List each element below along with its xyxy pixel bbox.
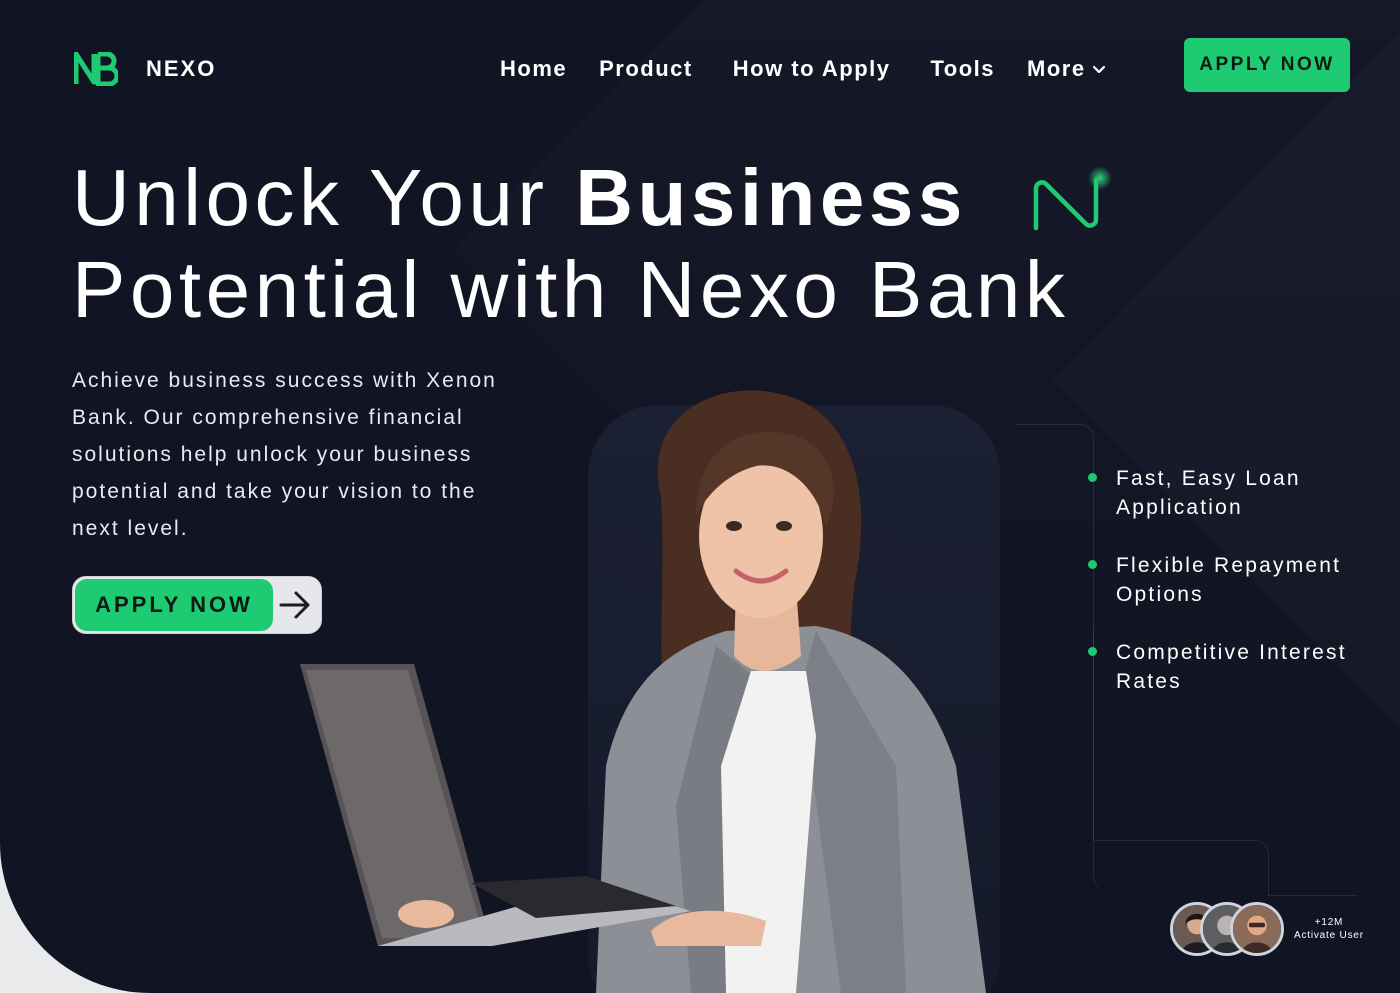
decorative-line bbox=[1016, 424, 1094, 840]
feature-text: Competitive Interest Rates bbox=[1116, 641, 1347, 693]
feature-item: Flexible Repayment Options bbox=[1088, 551, 1378, 609]
active-users-label: Activate User bbox=[1294, 930, 1364, 941]
feature-text: Flexible Repayment Options bbox=[1116, 554, 1342, 606]
main-nav: Home Product How to Apply Tools More bbox=[500, 56, 1106, 82]
brand-name: NEXO bbox=[146, 56, 217, 81]
decorative-line bbox=[1268, 895, 1358, 896]
nav-item-how-to-apply[interactable]: How to Apply bbox=[733, 56, 891, 82]
nav-item-tools[interactable]: Tools bbox=[930, 56, 995, 82]
hero-headline: Unlock Your Business Potential with Nexo… bbox=[72, 152, 1069, 336]
feature-item: Competitive Interest Rates bbox=[1088, 638, 1378, 696]
nav-more-label: More bbox=[1027, 56, 1086, 81]
headline-part-1: Unlock Your bbox=[72, 153, 576, 242]
hero-person-image bbox=[300, 390, 986, 993]
nav-item-product[interactable]: Product bbox=[599, 56, 693, 82]
apply-now-header-button[interactable]: APPLY NOW bbox=[1184, 38, 1350, 92]
nav-item-home[interactable]: Home bbox=[500, 56, 567, 82]
headline-line-2: Potential with Nexo Bank bbox=[72, 245, 1070, 334]
active-users: +12M Activate User bbox=[1170, 902, 1364, 956]
bullet-dot-icon bbox=[1088, 473, 1097, 482]
bullet-dot-icon bbox=[1088, 647, 1097, 656]
logo-mark-icon bbox=[74, 52, 118, 86]
apply-now-hero-label: APPLY NOW bbox=[75, 579, 273, 631]
feature-text: Fast, Easy Loan Application bbox=[1116, 467, 1301, 519]
avatar bbox=[1230, 902, 1284, 956]
bullet-dot-icon bbox=[1088, 560, 1097, 569]
feature-item: Fast, Easy Loan Application bbox=[1088, 464, 1378, 522]
chevron-down-icon bbox=[1092, 65, 1105, 74]
active-users-caption: +12M Activate User bbox=[1294, 916, 1364, 942]
headline-bold: Business bbox=[575, 153, 967, 242]
brand-logo[interactable]: NEXO bbox=[74, 52, 216, 86]
apply-now-hero-button[interactable]: APPLY NOW bbox=[72, 576, 322, 634]
avatar-icon bbox=[1233, 905, 1281, 953]
feature-list: Fast, Easy Loan Application Flexible Rep… bbox=[1088, 464, 1378, 725]
decorative-line bbox=[1094, 840, 1269, 895]
n-accent-icon bbox=[1033, 166, 1112, 231]
active-users-count: +12M bbox=[1314, 917, 1344, 928]
landing-page: NEXO Home Product How to Apply Tools Mor… bbox=[0, 0, 1400, 993]
nav-item-more[interactable]: More bbox=[1027, 56, 1106, 82]
